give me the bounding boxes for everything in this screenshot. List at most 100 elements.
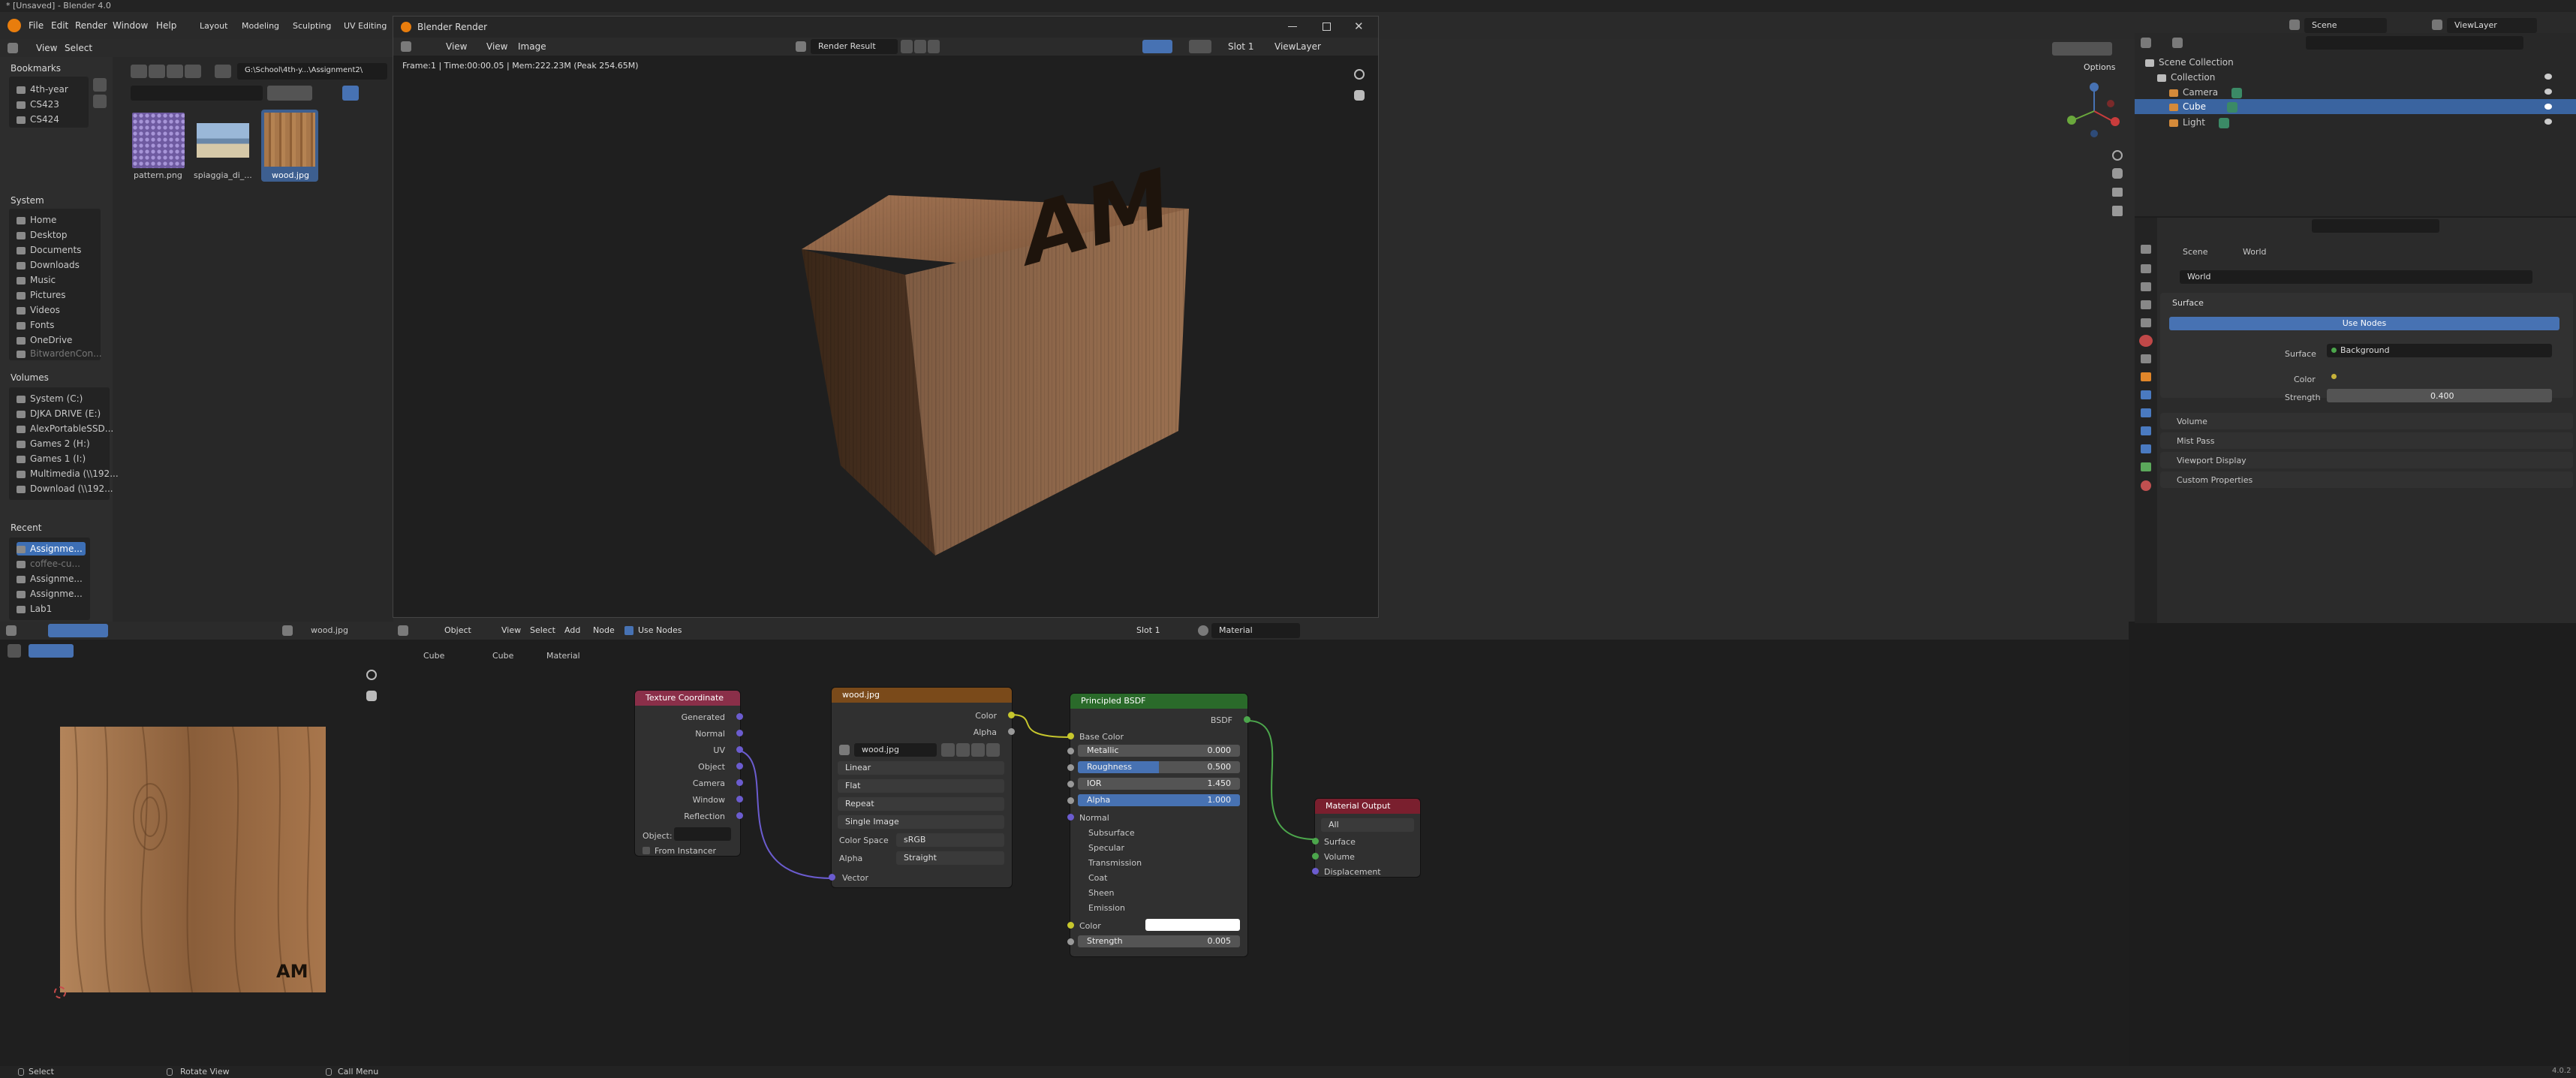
recent-item[interactable]: Assignme...	[17, 587, 83, 601]
render-tab-icon[interactable]	[2141, 264, 2151, 273]
camera-view-icon[interactable]	[2112, 188, 2123, 197]
output-socket[interactable]	[736, 779, 743, 786]
material-output-header[interactable]: Material Output	[1315, 799, 1420, 814]
editor-type-icon[interactable]	[2141, 38, 2151, 48]
system-item[interactable]: Pictures	[17, 288, 66, 302]
display-mode-button[interactable]	[267, 86, 312, 101]
visibility-eye-icon[interactable]	[2544, 119, 2552, 125]
tab-sculpting[interactable]: Sculpting	[293, 22, 331, 30]
blender-logo-icon[interactable]	[8, 19, 21, 32]
principled-bsdf-header[interactable]: Principled BSDF	[1070, 694, 1247, 709]
input-socket[interactable]	[1067, 733, 1074, 739]
recent-item[interactable]: Lab1	[17, 602, 52, 616]
menu-window[interactable]: Window	[113, 21, 148, 30]
volume-item[interactable]: DJKA DRIVE (E:)	[17, 407, 101, 420]
minimize-icon[interactable]	[1288, 26, 1297, 27]
tab-uv-editing[interactable]: UV Editing	[344, 22, 387, 30]
hand-icon[interactable]	[2112, 168, 2123, 179]
open-image-button[interactable]	[971, 743, 985, 757]
display-channels-button[interactable]	[1142, 40, 1172, 53]
thumb-spiaggia[interactable]	[197, 123, 249, 158]
bookmark-item[interactable]: CS423	[17, 98, 59, 111]
new-image-button[interactable]	[901, 40, 913, 53]
editor-type-icon[interactable]	[401, 41, 411, 52]
new-folder-button[interactable]	[215, 65, 231, 78]
mesh-data-icon[interactable]	[2226, 101, 2237, 113]
output-socket[interactable]	[736, 796, 743, 802]
volume-item[interactable]: AlexPortableSSD...	[17, 422, 113, 435]
path-field[interactable]: G:\School\4th-y...\Assignment2\	[237, 63, 387, 80]
system-title[interactable]: System	[11, 195, 44, 206]
world-tab-icon[interactable]	[2139, 335, 2153, 347]
refresh-button[interactable]	[185, 65, 201, 78]
material-output-node[interactable]: Material Output All Surface Volume Displ…	[1312, 799, 1420, 877]
from-instancer-checkbox[interactable]	[642, 847, 650, 854]
add-bookmark-button[interactable]	[93, 78, 107, 92]
editor-type-icon[interactable]	[6, 625, 17, 636]
ior-slider[interactable]: IOR 1.450	[1078, 778, 1240, 790]
volume-panel-title[interactable]: Volume	[2177, 417, 2207, 426]
tool-cursor-button[interactable]	[29, 644, 74, 658]
system-item[interactable]: Home	[17, 213, 56, 227]
viewlayer-selector[interactable]: ViewLayer	[2447, 18, 2537, 33]
input-socket[interactable]	[1067, 764, 1074, 771]
bookmark-item[interactable]: CS424	[17, 113, 59, 126]
modifier-tab-icon[interactable]	[2141, 390, 2151, 399]
extension-select[interactable]: Repeat	[838, 797, 1004, 811]
render-menu-image[interactable]: Image	[518, 42, 546, 51]
view-mode-button[interactable]	[48, 624, 108, 637]
tool-tab-icon[interactable]	[2141, 245, 2151, 254]
render-result-field[interactable]: Render Result	[811, 39, 898, 54]
coat-panel-toggle[interactable]: Coat	[1088, 874, 1107, 882]
outliner-item-cube[interactable]: Cube	[2169, 100, 2237, 113]
output-socket[interactable]	[736, 730, 743, 736]
tool-select-button[interactable]	[8, 644, 21, 658]
render-menu-view-2[interactable]: View	[486, 42, 507, 51]
remove-bookmark-button[interactable]	[93, 95, 107, 108]
system-item[interactable]: OneDrive	[17, 333, 72, 347]
constraints-tab-icon[interactable]	[2141, 444, 2151, 453]
volume-item[interactable]: System (C:)	[17, 392, 83, 405]
particles-tab-icon[interactable]	[2141, 408, 2151, 417]
fb-menu-select[interactable]: Select	[65, 44, 92, 53]
principled-bsdf-node[interactable]: Principled BSDF BSDF Base Color Metallic…	[1067, 694, 1250, 956]
input-socket[interactable]	[1312, 868, 1319, 875]
visibility-eye-icon[interactable]	[2544, 104, 2552, 110]
metallic-slider[interactable]: Metallic 0.000	[1078, 745, 1240, 757]
zoom-icon[interactable]	[2112, 150, 2123, 161]
input-socket[interactable]	[1067, 797, 1074, 804]
recent-item[interactable]: Assignme...	[17, 572, 83, 586]
scene-tab-icon[interactable]	[2141, 318, 2151, 327]
display-mode-icon[interactable]	[2172, 38, 2183, 48]
volume-item[interactable]: Multimedia (\\192...	[17, 467, 119, 480]
emission-color-swatch[interactable]	[1145, 919, 1240, 931]
input-socket[interactable]	[1312, 853, 1319, 860]
output-socket[interactable]	[736, 812, 743, 819]
use-nodes-button[interactable]: Use Nodes	[2169, 317, 2559, 330]
image-browse-icon[interactable]	[796, 41, 806, 52]
system-item[interactable]: Desktop	[17, 228, 68, 242]
object-tab-icon[interactable]	[2141, 372, 2151, 381]
recent-title[interactable]: Recent	[11, 522, 41, 533]
colorspace-select[interactable]: sRGB	[896, 833, 1004, 847]
physics-tab-icon[interactable]	[2141, 426, 2151, 435]
output-socket[interactable]	[736, 746, 743, 753]
volume-item[interactable]: Download (\\192...	[17, 482, 113, 495]
output-tab-icon[interactable]	[2141, 282, 2151, 291]
roughness-slider[interactable]: Roughness 0.500	[1078, 761, 1240, 773]
grid-icon[interactable]	[2112, 206, 2123, 216]
image-browse-icon[interactable]	[282, 625, 293, 636]
output-target-select[interactable]: All	[1321, 818, 1414, 832]
volume-item[interactable]: Games 1 (I:)	[17, 452, 86, 465]
input-socket[interactable]	[1312, 838, 1319, 845]
input-socket[interactable]	[1067, 748, 1074, 754]
sheen-panel-toggle[interactable]: Sheen	[1088, 889, 1114, 897]
custom-properties-panel-title[interactable]: Custom Properties	[2177, 476, 2252, 484]
new-image-button[interactable]	[956, 743, 970, 757]
fb-menu-view[interactable]: View	[36, 44, 57, 53]
maximize-icon[interactable]	[1323, 23, 1331, 31]
view-options-button[interactable]	[1189, 40, 1211, 53]
image-name[interactable]: wood.jpg	[311, 626, 348, 634]
visibility-eye-icon[interactable]	[2544, 74, 2552, 80]
image-texture-node[interactable]: wood.jpg Color Alpha wood.jpg Linear Fla…	[829, 688, 1015, 887]
